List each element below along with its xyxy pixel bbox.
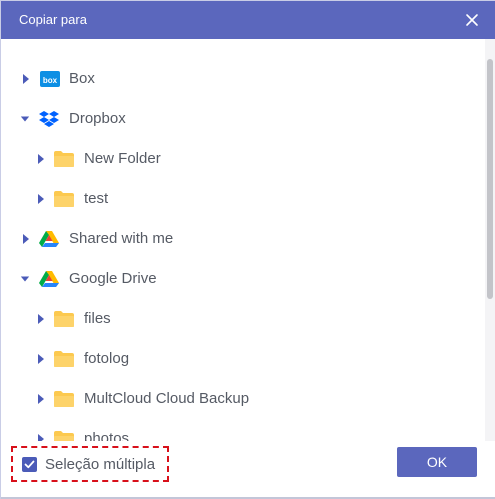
tree-item-files[interactable]: files <box>1 299 485 339</box>
expand-arrow-icon[interactable] <box>36 153 46 165</box>
expand-arrow-icon[interactable] <box>36 193 46 205</box>
tree-item-photos[interactable]: photos <box>1 419 485 441</box>
collapse-arrow-icon[interactable] <box>20 273 30 285</box>
tree-item-label: New Folder <box>84 150 161 167</box>
folder-icon <box>54 351 74 367</box>
multi-select-checkbox[interactable]: Seleção múltipla <box>11 446 169 482</box>
tree-item-google-drive[interactable]: Google Drive <box>1 259 485 299</box>
dialog-footer: Seleção múltipla OK <box>1 441 495 499</box>
checkbox-checked-icon[interactable] <box>22 457 37 472</box>
tree-item-dropbox[interactable]: Dropbox <box>1 99 485 139</box>
expand-arrow-icon[interactable] <box>36 313 46 325</box>
expand-arrow-icon[interactable] <box>21 233 31 245</box>
tree-item-label: Dropbox <box>69 110 126 127</box>
close-icon[interactable] <box>459 7 485 33</box>
folder-icon <box>54 391 74 407</box>
scrollbar-thumb[interactable] <box>487 59 493 299</box>
dropbox-icon <box>39 111 59 127</box>
tree-item-label: Google Drive <box>69 270 157 287</box>
ok-button[interactable]: OK <box>397 447 477 477</box>
expand-arrow-icon[interactable] <box>21 73 31 85</box>
dialog-header: Copiar para <box>1 1 495 39</box>
google-drive-icon <box>39 271 59 287</box>
folder-icon <box>54 431 74 441</box>
tree-item-label: photos <box>84 430 130 441</box>
tree-item-new-folder[interactable]: New Folder <box>1 139 485 179</box>
dialog-title: Copiar para <box>19 12 87 27</box>
tree-item-label: Shared with me <box>69 230 174 247</box>
copy-to-dialog: Copiar para box Box Dropbox New Folder t… <box>0 0 495 499</box>
tree-item-multcloud-cloud-backup[interactable]: MultCloud Cloud Backup <box>1 379 485 419</box>
tree-item-label: fotolog <box>84 350 130 367</box>
google-drive-icon <box>39 231 59 247</box>
scrollbar[interactable] <box>485 39 495 441</box>
tree-item-shared-with-me[interactable]: Shared with me <box>1 219 485 259</box>
tree-item-label: Box <box>69 70 95 87</box>
box-icon: box <box>40 71 60 87</box>
tree-item-label: test <box>84 190 109 207</box>
tree-item-label: files <box>84 310 111 327</box>
folder-icon <box>54 311 74 327</box>
multi-select-label: Seleção múltipla <box>45 456 156 473</box>
tree-item-fotolog[interactable]: fotolog <box>1 339 485 379</box>
expand-arrow-icon[interactable] <box>36 433 46 441</box>
expand-arrow-icon[interactable] <box>36 353 46 365</box>
svg-text:box: box <box>43 76 58 85</box>
tree-item-box[interactable]: box Box <box>1 59 485 99</box>
tree-item-label: MultCloud Cloud Backup <box>84 390 250 407</box>
collapse-arrow-icon[interactable] <box>20 113 30 125</box>
tree-item-test[interactable]: test <box>1 179 485 219</box>
folder-icon <box>54 151 74 167</box>
folder-icon <box>54 191 74 207</box>
expand-arrow-icon[interactable] <box>36 393 46 405</box>
folder-tree: box Box Dropbox New Folder test Shared w… <box>1 39 485 441</box>
